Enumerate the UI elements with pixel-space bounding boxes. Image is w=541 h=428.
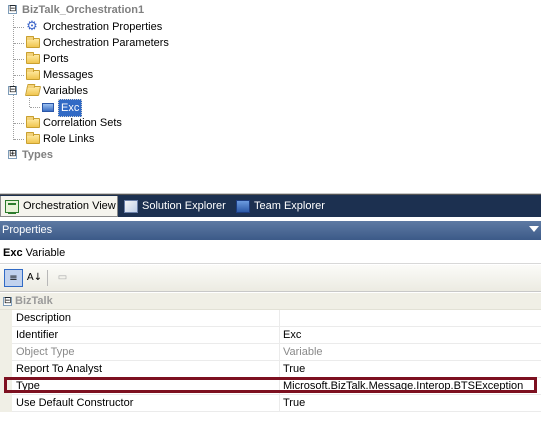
tree-item-messages[interactable]: Messages	[0, 67, 300, 83]
tree-item-role-links[interactable]: Role Links	[0, 131, 300, 147]
team-explorer-icon	[236, 200, 250, 213]
properties-toolbar: ≡ A↓ ▭	[0, 265, 541, 292]
tree-root[interactable]: ⊟ BizTalk_Orchestration1	[0, 2, 300, 18]
tree-item-label: Orchestration Parameters	[43, 37, 169, 49]
tree-item-label: Ports	[43, 53, 69, 65]
tree-root-label: BizTalk_Orchestration1	[22, 4, 145, 16]
tool-window-tabs: Orchestration View Solution Explorer Tea…	[0, 194, 541, 217]
folder-icon	[26, 132, 40, 144]
tree-item-label: Role Links	[43, 133, 95, 145]
folder-icon	[26, 116, 40, 128]
tab-solution-explorer[interactable]: Solution Explorer	[120, 196, 232, 217]
variable-icon	[42, 103, 54, 112]
property-row-use-default-constructor[interactable]: Use Default Constructor True	[0, 395, 541, 412]
tab-label: Team Explorer	[254, 200, 325, 212]
property-name: Object Type	[16, 346, 75, 358]
property-name: Report To Analyst	[16, 363, 103, 375]
folder-icon	[26, 52, 40, 64]
orchestration-tree: ⊟ BizTalk_Orchestration1 ⚙ Orchestration…	[0, 0, 541, 194]
tab-label: Solution Explorer	[142, 200, 226, 212]
tree-item-exc[interactable]: Exc	[0, 99, 300, 117]
row-gutter	[0, 310, 12, 327]
property-value: Variable	[283, 346, 323, 358]
property-name: Use Default Constructor	[16, 397, 134, 409]
property-value[interactable]: True	[283, 361, 305, 378]
tree-item-label: Variables	[43, 85, 89, 97]
row-gutter	[0, 344, 12, 361]
collapse-icon[interactable]: ⊟	[8, 5, 17, 14]
object-type: Variable	[25, 247, 66, 259]
property-value[interactable]: True	[283, 395, 305, 412]
tab-team-explorer[interactable]: Team Explorer	[232, 196, 332, 217]
properties-title-bar: Properties	[0, 221, 541, 240]
object-selector[interactable]: Exc Variable	[0, 242, 541, 264]
tree-item-types[interactable]: ⊞ Types	[0, 147, 300, 163]
folder-icon	[26, 36, 40, 48]
tree-item-label: Messages	[43, 69, 94, 81]
categorized-icon[interactable]: ≡	[4, 269, 23, 287]
property-value[interactable]: Exc	[283, 327, 301, 344]
properties-title: Properties	[2, 224, 53, 236]
expand-icon[interactable]: ⊞	[8, 150, 17, 159]
row-gutter	[0, 378, 12, 395]
column-divider[interactable]	[279, 327, 280, 344]
property-row-type[interactable]: Type Microsoft.BizTalk.Message.Interop.B…	[0, 378, 541, 395]
column-divider[interactable]	[279, 310, 280, 327]
tree-item-orchestration-properties[interactable]: ⚙ Orchestration Properties	[0, 19, 300, 35]
window-dropdown-icon[interactable]	[529, 226, 539, 232]
column-divider[interactable]	[279, 395, 280, 412]
category-biztalk[interactable]: ⊟ BizTalk	[0, 293, 541, 310]
property-row-report-to-analyst[interactable]: Report To Analyst True	[0, 361, 541, 378]
orchestration-view-icon	[5, 200, 19, 214]
row-gutter	[0, 327, 12, 344]
solution-explorer-icon	[124, 200, 138, 213]
object-name: Exc	[3, 247, 23, 259]
tab-orchestration-view[interactable]: Orchestration View	[0, 196, 118, 217]
tree-item-correlation-sets[interactable]: Correlation Sets	[0, 115, 300, 131]
collapse-icon[interactable]: ⊟	[8, 86, 17, 95]
tab-label: Orchestration View	[23, 200, 116, 212]
property-value[interactable]: Microsoft.BizTalk.Message.Interop.BTSExc…	[283, 378, 523, 395]
category-label: BizTalk	[15, 295, 53, 307]
tree-item-variables[interactable]: ⊟ Variables	[0, 83, 300, 99]
toolbar-separator	[47, 270, 48, 286]
row-gutter	[0, 395, 12, 412]
alphabetical-icon[interactable]: A↓	[25, 269, 44, 287]
tree-item-ports[interactable]: Ports	[0, 51, 300, 67]
property-grid: ⊟ BizTalk Description Identifier Exc Obj…	[0, 293, 541, 428]
column-divider[interactable]	[279, 361, 280, 378]
folder-icon	[26, 68, 40, 80]
property-row-object-type[interactable]: Object Type Variable	[0, 344, 541, 361]
tree-item-label: Correlation Sets	[43, 117, 122, 129]
property-pages-icon[interactable]: ▭	[53, 269, 72, 287]
column-divider[interactable]	[279, 344, 280, 361]
tree-item-orchestration-parameters[interactable]: Orchestration Parameters	[0, 35, 300, 51]
property-name: Description	[16, 312, 72, 324]
property-name: Identifier	[16, 329, 59, 341]
property-row-identifier[interactable]: Identifier Exc	[0, 327, 541, 344]
column-divider[interactable]	[279, 378, 280, 395]
gear-icon: ⚙	[26, 19, 38, 34]
open-folder-icon	[24, 86, 42, 96]
row-gutter	[0, 361, 12, 378]
property-name: Type	[16, 380, 40, 392]
tree-item-label: Orchestration Properties	[43, 21, 163, 33]
property-row-description[interactable]: Description	[0, 310, 541, 327]
tree-item-label: Types	[22, 149, 53, 161]
collapse-icon[interactable]: ⊟	[3, 297, 12, 306]
